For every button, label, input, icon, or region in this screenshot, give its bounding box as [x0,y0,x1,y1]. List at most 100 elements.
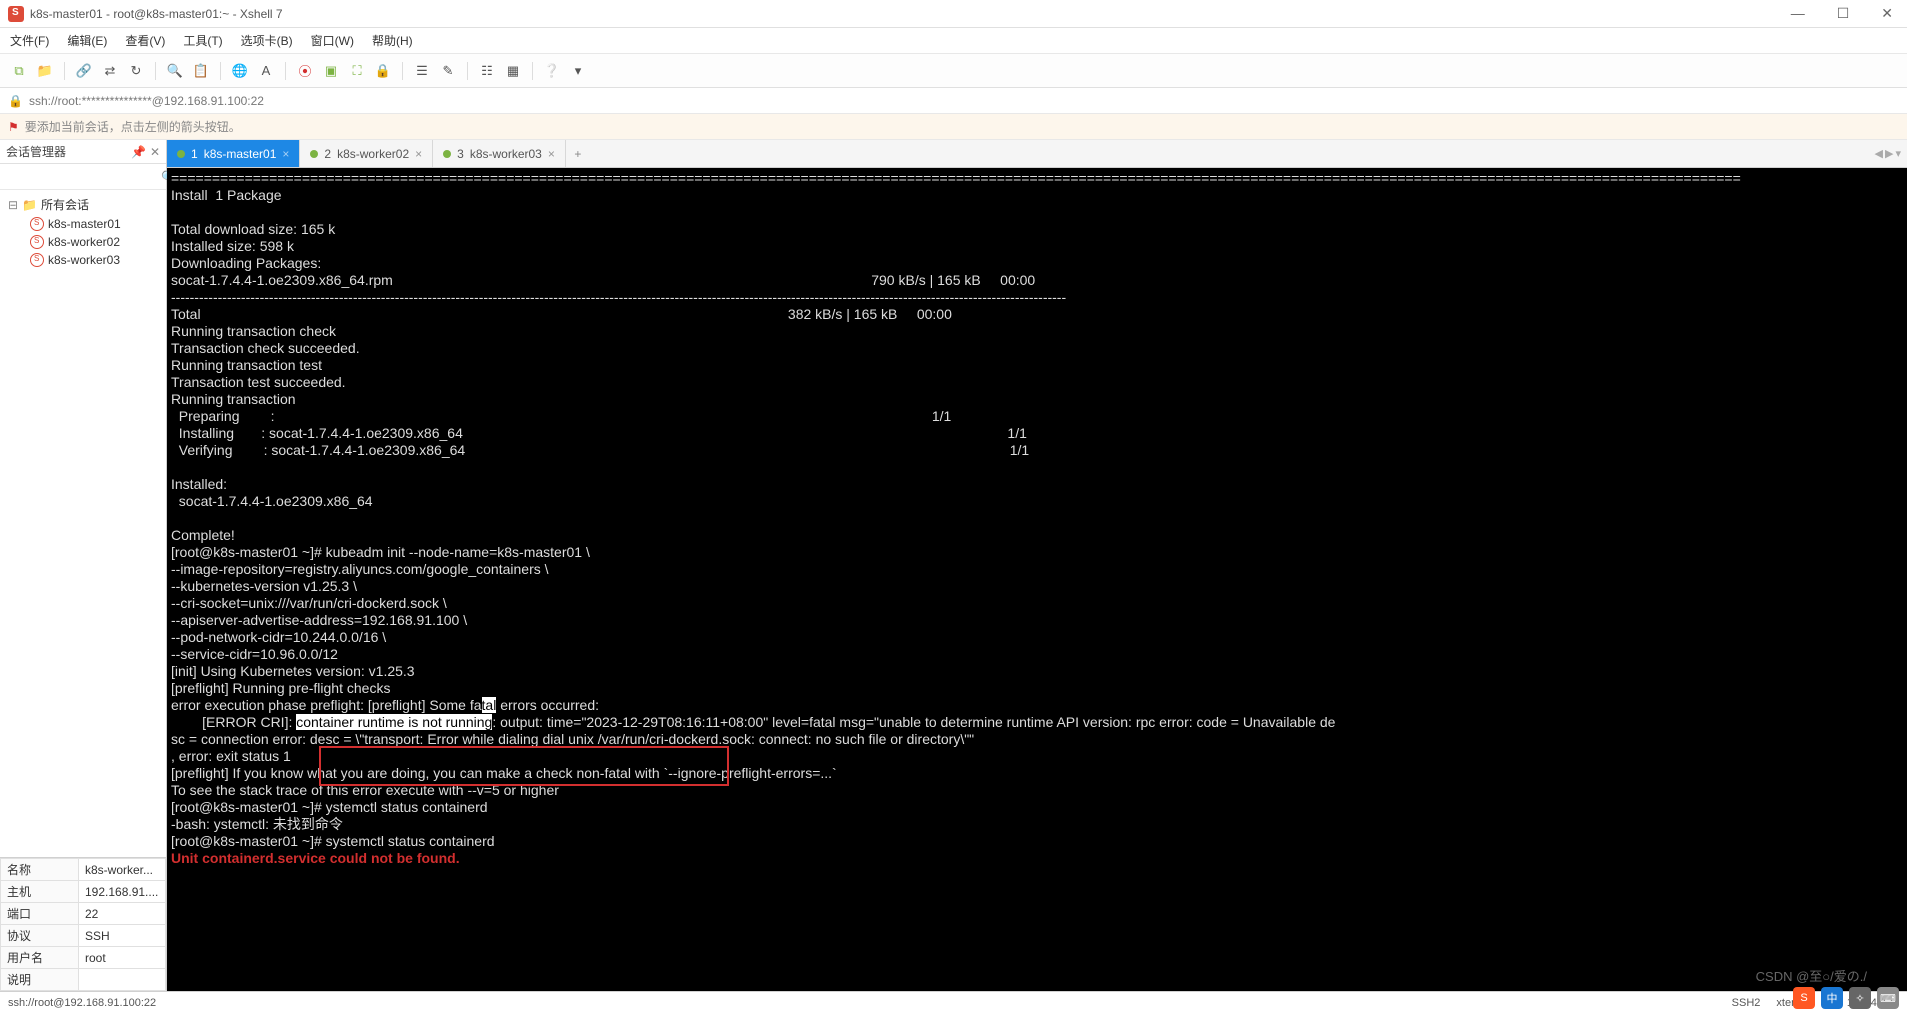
address-text: ssh://root:***************@192.168.91.10… [29,94,264,108]
more-icon[interactable]: ▾ [567,60,589,82]
separator [532,62,533,80]
menu-view[interactable]: 查看(V) [125,32,165,49]
tray-icon-3[interactable]: ✧ [1849,987,1871,1009]
session-search-input[interactable] [6,170,161,184]
tree-item-label: k8s-master01 [48,217,121,231]
prop-host-value: 192.168.91.... [79,881,166,903]
tree-item-master01[interactable]: k8s-master01 [0,215,166,233]
tab-menu-icon[interactable]: ▾ [1895,147,1901,160]
prop-port-value: 22 [79,903,166,925]
pin-icon[interactable]: 📌 [131,145,146,159]
prop-desc-value [79,969,166,991]
separator [64,62,65,80]
status-ssh: SSH2 [1732,997,1761,1009]
status-dot-icon [443,150,451,158]
tab-number: 1 [191,147,198,161]
search-icon[interactable]: 🔍 [164,60,186,82]
close-panel-icon[interactable]: ✕ [150,145,160,159]
copy-icon[interactable]: 📋 [190,60,212,82]
tree-item-label: k8s-worker03 [48,253,120,267]
toolbar: ⧉ 📁 🔗 ⇄ ↻ 🔍 📋 🌐 A ⦿ ▣ ⛶ 🔒 ☰ ✎ ☷ ▦ ❔ ▾ [0,54,1907,88]
tray-icon-4[interactable]: ⌨ [1877,987,1899,1009]
prop-proto-label: 协议 [1,925,79,947]
status-bar: ssh://root@192.168.91.100:22 SSH2 xterm … [0,991,1907,1013]
main-area: 会话管理器 📌 ✕ 🔍 ⊟ 📁 所有会话 k8s-master01 k8s-wo… [0,140,1907,991]
play-icon[interactable]: ▣ [320,60,342,82]
maximize-button[interactable]: ☐ [1831,5,1856,22]
session-properties: 名称k8s-worker... 主机192.168.91.... 端口22 协议… [0,857,166,991]
separator [155,62,156,80]
folder-icon: 📁 [22,198,37,212]
tab-prev-icon[interactable]: ◀ [1875,147,1883,160]
menu-window[interactable]: 窗口(W) [311,32,354,49]
session-tree: ⊟ 📁 所有会话 k8s-master01 k8s-worker02 k8s-w… [0,190,166,857]
tab-master01[interactable]: 1 k8s-master01 × [167,140,300,167]
tab-worker03[interactable]: 3 k8s-worker03 × [433,140,566,167]
close-tab-icon[interactable]: × [415,147,422,161]
close-tab-icon[interactable]: × [548,147,555,161]
separator [220,62,221,80]
hint-text: 要添加当前会话，点击左侧的箭头按钮。 [25,118,241,135]
menu-file[interactable]: 文件(F) [10,32,49,49]
flag-icon: ⚑ [8,120,19,134]
content-area: 1 k8s-master01 × 2 k8s-worker02 × 3 k8s-… [167,140,1907,991]
record-icon[interactable]: ⦿ [294,60,316,82]
font-icon[interactable]: A [255,60,277,82]
tab-strip: 1 k8s-master01 × 2 k8s-worker02 × 3 k8s-… [167,140,1907,168]
close-button[interactable]: ✕ [1875,5,1899,22]
tray-icon-1[interactable]: S [1793,987,1815,1009]
tree-item-worker03[interactable]: k8s-worker03 [0,251,166,269]
separator [402,62,403,80]
tree-item-worker02[interactable]: k8s-worker02 [0,233,166,251]
title-bar: k8s-master01 - root@k8s-master01:~ - Xsh… [0,0,1907,28]
tab-worker02[interactable]: 2 k8s-worker02 × [300,140,433,167]
menu-bar: 文件(F) 编辑(E) 查看(V) 工具(T) 选项卡(B) 窗口(W) 帮助(… [0,28,1907,54]
menu-edit[interactable]: 编辑(E) [67,32,107,49]
alt-icon[interactable]: ⛶ [346,60,368,82]
list-icon[interactable]: ☷ [476,60,498,82]
prop-host-label: 主机 [1,881,79,903]
collapse-icon[interactable]: ⊟ [8,198,18,212]
globe-icon[interactable]: 🌐 [229,60,251,82]
lock-icon: 🔒 [8,94,23,108]
tab-label: k8s-worker02 [337,147,409,161]
link-icon[interactable]: 🔗 [73,60,95,82]
refresh-icon[interactable]: ↻ [125,60,147,82]
session-manager-panel: 会话管理器 📌 ✕ 🔍 ⊟ 📁 所有会话 k8s-master01 k8s-wo… [0,140,167,991]
prop-name-label: 名称 [1,859,79,881]
session-icon [30,235,44,249]
new-session-icon[interactable]: ⧉ [8,60,30,82]
session-manager-title: 会话管理器 [6,143,66,160]
tab-next-icon[interactable]: ▶ [1885,147,1893,160]
open-folder-icon[interactable]: 📁 [34,60,56,82]
tab-number: 2 [324,147,331,161]
connect-icon[interactable]: ⇄ [99,60,121,82]
grid-icon[interactable]: ▦ [502,60,524,82]
address-bar: 🔒 ssh://root:***************@192.168.91.… [0,88,1907,114]
hint-bar: ⚑ 要添加当前会话，点击左侧的箭头按钮。 [0,114,1907,140]
app-logo-icon [8,6,24,22]
status-left: ssh://root@192.168.91.100:22 [8,997,156,1009]
misc1-icon[interactable]: ☰ [411,60,433,82]
terminal-output[interactable]: ========================================… [167,168,1907,991]
menu-tools[interactable]: 工具(T) [183,32,222,49]
window-controls: — ☐ ✕ [1785,5,1899,22]
prop-proto-value: SSH [79,925,166,947]
close-tab-icon[interactable]: × [282,147,289,161]
add-tab-button[interactable]: + [566,140,590,167]
tray-icon-2[interactable]: 中 [1821,987,1843,1009]
menu-tabs[interactable]: 选项卡(B) [241,32,293,49]
help-icon[interactable]: ❔ [541,60,563,82]
session-icon [30,253,44,267]
lock-icon[interactable]: 🔒 [372,60,394,82]
status-dot-icon [310,150,318,158]
separator [467,62,468,80]
separator [285,62,286,80]
prop-user-value: root [79,947,166,969]
menu-help[interactable]: 帮助(H) [372,32,413,49]
tree-root[interactable]: ⊟ 📁 所有会话 [0,194,166,215]
status-dot-icon [177,150,185,158]
misc2-icon[interactable]: ✎ [437,60,459,82]
minimize-button[interactable]: — [1785,5,1811,22]
tree-item-label: k8s-worker02 [48,235,120,249]
